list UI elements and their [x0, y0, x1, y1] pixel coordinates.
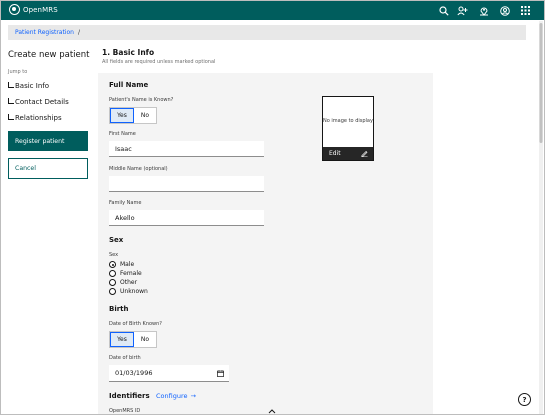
help-icon[interactable]: ?	[518, 393, 531, 406]
sidebar-item-label: Contact Details	[15, 98, 69, 106]
top-navigation-bar: OpenMRS	[1, 1, 544, 20]
radio-button-checked[interactable]	[109, 261, 116, 268]
openmrs-logo-icon	[9, 4, 20, 15]
tree-elbow-icon	[8, 114, 14, 120]
configure-identifiers-link[interactable]: Configure →	[156, 392, 196, 400]
no-image-text: No image to display	[323, 118, 373, 124]
section-subtitle: All fields are required unless marked op…	[102, 59, 216, 65]
birth-heading: Birth	[109, 305, 129, 313]
sidebar-item-label: Basic Info	[15, 82, 50, 90]
configure-label: Configure	[156, 392, 188, 400]
jump-to-label: Jump to	[8, 69, 28, 75]
location-icon[interactable]	[478, 5, 489, 16]
middle-name-label: Middle Name (optional)	[109, 166, 168, 172]
app-switcher-icon[interactable]	[520, 5, 531, 16]
name-known-yes-button[interactable]: Yes	[110, 108, 134, 123]
patient-photo-box: No image to display Edit	[322, 96, 374, 161]
photo-edit-label: Edit	[329, 150, 341, 157]
tree-elbow-icon	[8, 82, 14, 88]
scrollbar[interactable]	[539, 21, 543, 414]
radio-button[interactable]	[109, 279, 116, 286]
sex-option-unknown[interactable]: Unknown	[109, 288, 148, 295]
page-title: Create new patient	[8, 50, 90, 60]
sex-option-female[interactable]: Female	[109, 270, 142, 277]
sex-option-male[interactable]: Male	[109, 261, 134, 268]
basic-info-form-panel	[98, 73, 433, 414]
breadcrumb-patient-registration[interactable]: Patient Registration	[15, 29, 74, 36]
family-name-label: Family Name	[109, 200, 142, 206]
radio-button[interactable]	[109, 270, 116, 277]
dob-date-input[interactable]: 01/03/1996	[109, 365, 229, 382]
identifiers-heading: Identifiers	[109, 392, 150, 400]
dob-known-toggle: Yes No	[109, 331, 157, 348]
search-icon[interactable]	[438, 5, 449, 16]
sex-option-label: Unknown	[120, 288, 148, 295]
sidebar-item-contact-details[interactable]: Contact Details	[8, 98, 69, 106]
dob-value: 01/03/1996	[115, 369, 153, 377]
sidebar-item-basic-info[interactable]: Basic Info	[8, 82, 49, 90]
dob-known-no-button[interactable]: No	[134, 332, 156, 347]
sidebar-item-relationships[interactable]: Relationships	[8, 114, 62, 122]
breadcrumb: Patient Registration /	[8, 25, 526, 40]
cancel-button[interactable]: Cancel	[8, 158, 88, 179]
pencil-icon	[361, 150, 368, 157]
calendar-icon[interactable]	[217, 370, 224, 377]
sex-option-label: Other	[120, 279, 138, 286]
app-name: OpenMRS	[23, 5, 58, 14]
user-avatar-icon[interactable]	[499, 5, 510, 16]
openmrs-id-label: OpenMRS ID	[109, 408, 141, 414]
dob-label: Date of birth	[109, 355, 141, 361]
chevron-up-icon[interactable]	[268, 408, 276, 414]
dob-known-yes-button[interactable]: Yes	[110, 332, 134, 347]
register-patient-button[interactable]: Register patient	[8, 131, 88, 151]
sex-option-label: Female	[120, 270, 142, 277]
dob-known-label: Date of Birth Known?	[109, 321, 162, 327]
openmrs-logo[interactable]: OpenMRS	[9, 4, 58, 15]
first-name-field[interactable]: Isaac	[109, 141, 264, 157]
name-known-toggle: Yes No	[109, 107, 157, 124]
section-title: 1. Basic Info	[102, 48, 155, 57]
sex-heading: Sex	[109, 236, 124, 244]
app-window: OpenMRS Patient Registration / Create ne…	[0, 0, 545, 415]
sex-label: Sex	[109, 252, 119, 258]
middle-name-field[interactable]	[109, 176, 264, 192]
arrow-right-icon: →	[190, 392, 196, 400]
sidebar-item-label: Relationships	[15, 114, 62, 122]
sex-option-label: Male	[120, 261, 135, 268]
breadcrumb-separator: /	[77, 29, 81, 36]
name-known-label: Patient's Name is Known?	[109, 97, 174, 103]
family-name-field[interactable]: Akello	[109, 210, 264, 226]
add-user-icon[interactable]	[457, 5, 468, 16]
tree-elbow-icon	[8, 98, 14, 104]
full-name-heading: Full Name	[109, 81, 149, 89]
photo-edit-bar[interactable]: Edit	[323, 147, 373, 160]
name-known-no-button[interactable]: No	[134, 108, 156, 123]
sex-option-other[interactable]: Other	[109, 279, 137, 286]
radio-button[interactable]	[109, 288, 116, 295]
first-name-label: First Name	[109, 131, 136, 137]
